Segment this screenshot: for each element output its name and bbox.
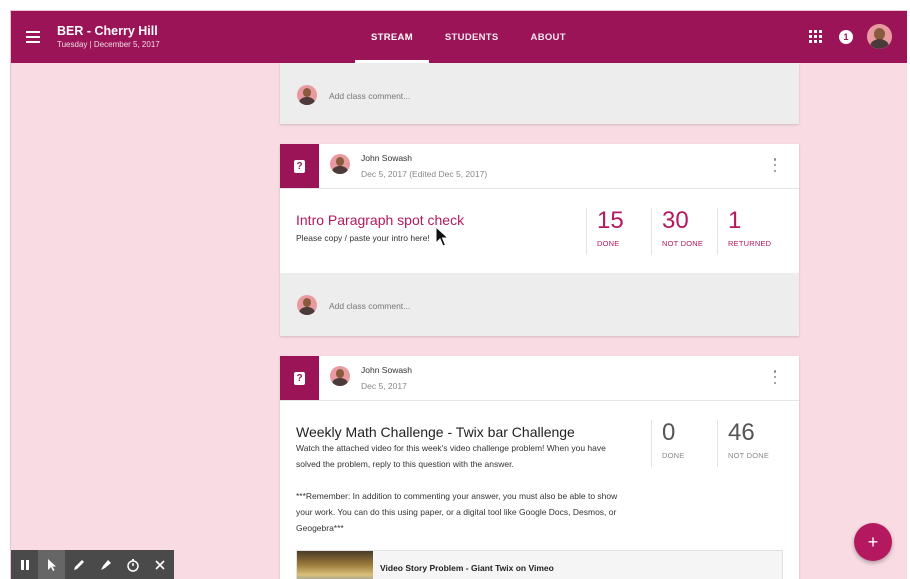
notification-badge[interactable]: 1 — [839, 30, 853, 44]
mouse-pointer-icon — [435, 226, 449, 247]
question-title[interactable]: Weekly Math Challenge - Twix bar Challen… — [296, 424, 575, 440]
question-icon: ? — [294, 159, 305, 173]
stat-label: DONE — [597, 239, 620, 248]
divider — [280, 400, 799, 401]
add-comment-placeholder[interactable]: Add class comment... — [329, 91, 410, 101]
avatar — [297, 85, 317, 105]
video-attachment[interactable]: Video Story Problem - Giant Twix on Vime… — [296, 550, 783, 579]
stat-label: DONE — [662, 451, 685, 460]
post-date: Dec 5, 2017 — [361, 381, 407, 391]
question-description-line: Geogebra*** — [296, 523, 344, 533]
attachment-title: Video Story Problem - Giant Twix on Vime… — [380, 563, 554, 573]
post-date: Dec 5, 2017 (Edited Dec 5, 2017) — [361, 169, 488, 179]
avatar — [330, 154, 350, 174]
top-app-bar: BER - Cherry Hill Tuesday | December 5, … — [11, 11, 907, 63]
post-author: John Sowash — [361, 153, 413, 163]
stat-value: 30 — [662, 207, 689, 234]
class-title[interactable]: BER - Cherry Hill — [57, 24, 158, 38]
stat-not-done[interactable]: 30 NOT DONE — [651, 208, 711, 255]
question-post-card: ? John Sowash Dec 5, 2017 Weekly Math Ch… — [280, 356, 799, 579]
apps-grid-icon[interactable] — [809, 30, 822, 43]
pointer-icon[interactable] — [38, 550, 65, 579]
question-type-badge: ? — [280, 356, 319, 400]
recorder-toolbar — [11, 550, 174, 579]
add-comment-placeholder[interactable]: Add class comment... — [329, 301, 410, 311]
tab-bar: STREAM STUDENTS ABOUT — [355, 11, 582, 63]
tab-about[interactable]: ABOUT — [515, 11, 582, 63]
class-comment-row[interactable]: Add class comment... — [280, 273, 799, 336]
question-description-line: ***Remember: In addition to commenting y… — [296, 491, 618, 501]
question-icon: ? — [294, 371, 305, 385]
post-author: John Sowash — [361, 365, 413, 375]
stat-value: 15 — [597, 207, 624, 234]
stat-not-done[interactable]: 46 NOT DONE — [717, 420, 777, 467]
more-options-icon[interactable] — [773, 370, 777, 384]
pause-icon[interactable] — [11, 550, 38, 579]
classroom-window: BER - Cherry Hill Tuesday | December 5, … — [10, 10, 907, 579]
timer-icon[interactable] — [119, 550, 146, 579]
class-date: Tuesday | December 5, 2017 — [57, 40, 160, 49]
stat-returned[interactable]: 1 RETURNED — [717, 208, 777, 255]
stat-label: NOT DONE — [728, 451, 770, 460]
tab-stream[interactable]: STREAM — [355, 11, 429, 63]
account-avatar[interactable] — [867, 24, 892, 49]
stat-done[interactable]: 0 DONE — [651, 420, 711, 467]
question-type-badge: ? — [280, 144, 319, 188]
menu-icon[interactable] — [21, 25, 45, 49]
divider — [280, 188, 799, 189]
question-description: Please copy / paste your intro here! — [296, 233, 430, 243]
question-description-line: your work. You can do this using paper, … — [296, 507, 617, 517]
question-description-line: Watch the attached video for this week's… — [296, 443, 606, 453]
stat-value: 0 — [662, 419, 676, 446]
stat-done[interactable]: 15 DONE — [586, 208, 646, 255]
tab-students[interactable]: STUDENTS — [429, 11, 515, 63]
add-fab-button[interactable]: + — [854, 523, 892, 561]
class-comment-row[interactable]: Add class comment... — [280, 63, 799, 124]
close-icon[interactable] — [146, 550, 173, 579]
question-post-card: ? John Sowash Dec 5, 2017 (Edited Dec 5,… — [280, 144, 799, 273]
stat-value: 1 — [728, 207, 742, 234]
more-options-icon[interactable] — [773, 158, 777, 172]
stat-label: RETURNED — [728, 239, 772, 248]
avatar — [330, 366, 350, 386]
pen-icon[interactable] — [65, 550, 92, 579]
question-description-line: solved the problem, reply to this questi… — [296, 459, 514, 469]
video-thumbnail — [297, 551, 373, 579]
avatar — [297, 295, 317, 315]
stat-value: 46 — [728, 419, 755, 446]
stat-label: NOT DONE — [662, 239, 704, 248]
highlighter-icon[interactable] — [92, 550, 119, 579]
